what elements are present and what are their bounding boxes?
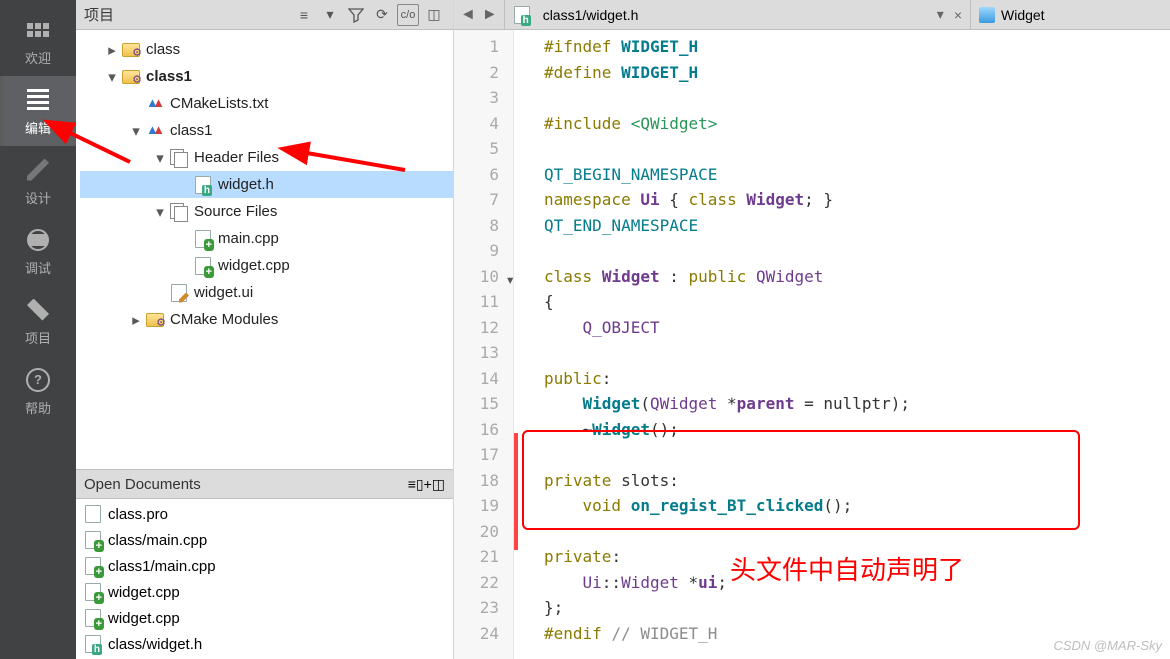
tree-label: main.cpp <box>218 230 279 247</box>
wrench-icon <box>24 296 52 324</box>
sort-icon[interactable]: ≡ <box>408 476 416 492</box>
project-panel-title: 项目 <box>84 4 289 25</box>
open-docs-header: Open Documents ≡ ▯+ ◫ <box>76 469 453 499</box>
code-editor[interactable]: #ifndef WIDGET_H #define WIDGET_H #inclu… <box>514 30 1170 659</box>
open-docs-list: class.pro class/main.cpp class1/main.cpp… <box>76 499 453 659</box>
close-icon[interactable]: × <box>954 7 962 23</box>
project-tree[interactable]: class class1 CMakeLists.txt class1 Heade <box>76 30 453 469</box>
nav-design[interactable]: 设计 <box>0 146 76 216</box>
list-item[interactable]: widget.cpp <box>76 579 453 605</box>
tree-label: Header Files <box>194 149 279 166</box>
tree-widget-h[interactable]: widget.h <box>80 171 453 198</box>
tree-label: class1 <box>146 68 192 85</box>
nav-debug-label: 调试 <box>25 258 51 277</box>
nav-edit[interactable]: 编辑 <box>0 76 76 146</box>
nav-welcome[interactable]: 欢迎 <box>0 6 76 76</box>
list-item[interactable]: class1/main.cpp <box>76 553 453 579</box>
tree-source-files[interactable]: Source Files <box>80 198 453 225</box>
tree-label: widget.cpp <box>218 257 290 274</box>
sort-icon[interactable]: ≡ <box>293 4 315 26</box>
project-panel-header: 项目 ≡ ▾ ⟳ c/o ◫ <box>76 0 453 30</box>
history-nav: ◄ ► <box>454 0 504 29</box>
tree-widget-ui[interactable]: widget.ui <box>80 279 453 306</box>
line-number-gutter: 1 2 3 4 5 6 7 8 9 10 11 12 13 14 15 16 1… <box>454 30 514 659</box>
nav-help-label: 帮助 <box>25 398 51 417</box>
chevron-down-icon[interactable]: ▾ <box>937 6 944 23</box>
nav-welcome-label: 欢迎 <box>25 48 51 67</box>
file-tab-label: class1/widget.h <box>543 7 639 23</box>
help-icon: ? <box>24 366 52 394</box>
tree-label: class <box>146 41 180 58</box>
lines-icon <box>24 86 52 114</box>
widget-icon <box>979 7 995 23</box>
nav-edit-label: 编辑 <box>25 118 51 137</box>
bug-icon <box>24 226 52 254</box>
tree-main-cpp[interactable]: main.cpp <box>80 225 453 252</box>
editor-top-bar: ◄ ► class1/widget.h ▾ × Widget <box>454 0 1170 30</box>
project-panel: 项目 ≡ ▾ ⟳ c/o ◫ class class1 CMakeLists. <box>76 0 454 659</box>
dropdown-icon[interactable]: ▾ <box>319 4 341 26</box>
file-tab[interactable]: class1/widget.h ▾ × <box>504 0 970 29</box>
tree-class1-sub[interactable]: class1 <box>80 117 453 144</box>
grid-icon <box>24 16 52 44</box>
nav-debug[interactable]: 调试 <box>0 216 76 286</box>
list-item[interactable]: widget.cpp <box>76 605 453 631</box>
split-icon[interactable]: ▯+ <box>416 476 432 493</box>
collapse-icon[interactable]: ◫ <box>432 476 445 493</box>
tree-header-files[interactable]: Header Files <box>80 144 453 171</box>
symbol-tab-label: Widget <box>1001 7 1045 23</box>
split-icon[interactable]: ◫ <box>423 4 445 26</box>
tree-class1[interactable]: class1 <box>80 63 453 90</box>
back-icon[interactable]: ◄ <box>460 6 476 24</box>
tree-widget-cpp[interactable]: widget.cpp <box>80 252 453 279</box>
open-docs-title: Open Documents <box>84 476 408 493</box>
tree-label: widget.h <box>218 176 274 193</box>
nav-help[interactable]: ? 帮助 <box>0 356 76 426</box>
link-icon[interactable]: c/o <box>397 4 419 26</box>
pencil-icon <box>24 156 52 184</box>
filter-icon[interactable] <box>345 4 367 26</box>
tree-class[interactable]: class <box>80 36 453 63</box>
tree-label: class1 <box>170 122 213 139</box>
list-item[interactable]: class/main.cpp <box>76 527 453 553</box>
tree-label: Source Files <box>194 203 277 220</box>
editor-area: ◄ ► class1/widget.h ▾ × Widget 1 2 3 4 5 <box>454 0 1170 659</box>
tree-label: widget.ui <box>194 284 253 301</box>
list-item[interactable]: class/widget.h <box>76 631 453 657</box>
tree-cmakelists[interactable]: CMakeLists.txt <box>80 90 453 117</box>
list-item[interactable]: class.pro <box>76 501 453 527</box>
sync-icon[interactable]: ⟳ <box>371 4 393 26</box>
forward-icon[interactable]: ► <box>482 6 498 24</box>
nav-project[interactable]: 项目 <box>0 286 76 356</box>
nav-design-label: 设计 <box>25 188 51 207</box>
left-nav: 欢迎 编辑 设计 调试 项目 ? 帮助 <box>0 0 76 659</box>
tree-label: CMakeLists.txt <box>170 95 268 112</box>
tree-label: CMake Modules <box>170 311 278 328</box>
symbol-tab[interactable]: Widget <box>970 0 1170 29</box>
tree-cmake-modules[interactable]: CMake Modules <box>80 306 453 333</box>
nav-project-label: 项目 <box>25 328 51 347</box>
